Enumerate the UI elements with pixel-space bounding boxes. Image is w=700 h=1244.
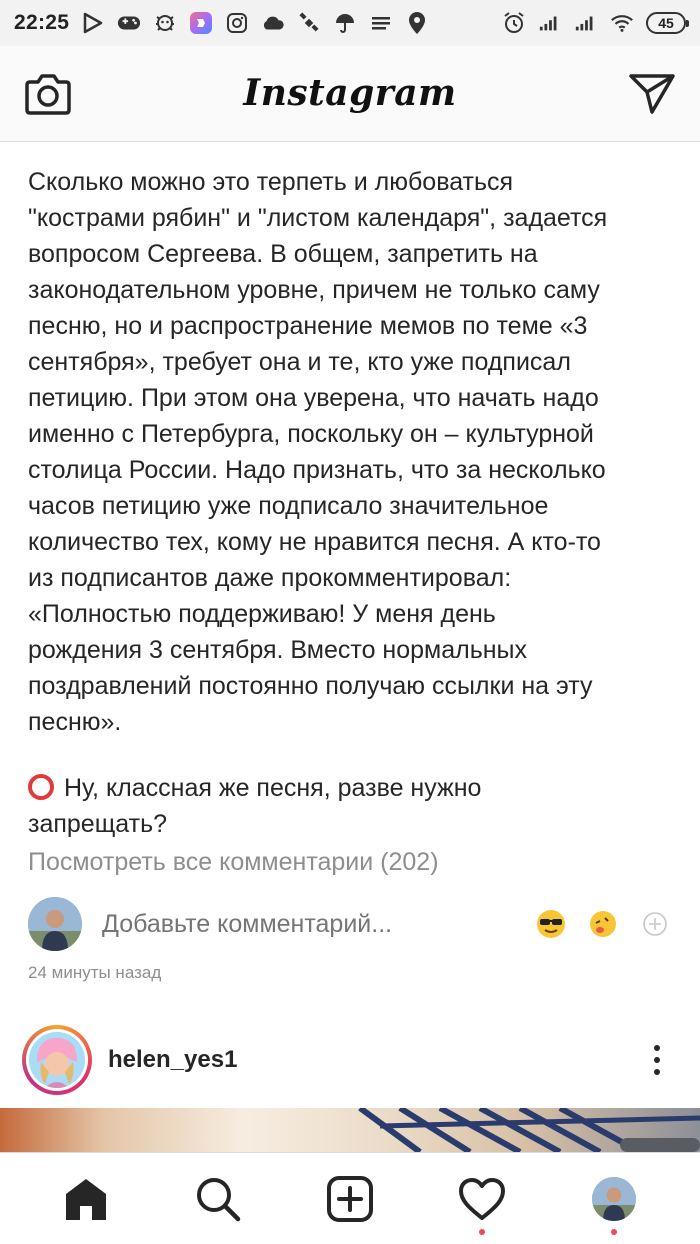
caption-line: количество тех, кому не нравится песня. … xyxy=(28,528,601,556)
question-line-1: Ну, классная же песня, разве нужно xyxy=(28,770,678,806)
search-icon xyxy=(197,1177,241,1221)
caption-line: часов петицию уже подписало значительное xyxy=(28,492,549,520)
location-pin-icon xyxy=(405,11,429,35)
helen-avatar xyxy=(29,1032,85,1088)
status-right: 45 xyxy=(502,11,689,35)
nav-home[interactable] xyxy=(56,1169,116,1229)
caption-line: рождения 3 сентября. Вместо нормальных xyxy=(28,636,528,664)
wifi-icon xyxy=(610,11,634,35)
bottom-navigation xyxy=(0,1152,700,1244)
story-ring-inner xyxy=(26,1029,88,1091)
weather-lines-icon xyxy=(369,11,393,35)
cloud-icon xyxy=(261,11,285,35)
home-icon xyxy=(66,1178,106,1220)
caption-line: законодательном уровне, причем не только… xyxy=(28,276,600,304)
status-time: 22:25 xyxy=(14,11,70,34)
nav-profile[interactable] xyxy=(584,1169,644,1235)
caption-line: вопросом Сергеева. В общем, запретить на xyxy=(28,240,538,268)
signal-icon xyxy=(538,11,562,35)
battery-indicator: 45 xyxy=(646,12,689,34)
question-text: Ну, классная же песня, разве нужно xyxy=(64,774,482,802)
red-circle-icon xyxy=(28,774,54,800)
next-post-header: helen_yes1 xyxy=(0,1020,700,1100)
signal-icon-2 xyxy=(574,11,598,35)
face-emoji-icon xyxy=(590,911,616,937)
caption-line: "кострами рябин" и "листом календаря", з… xyxy=(28,204,608,232)
caption-line: песню, но и распространение мемов по тем… xyxy=(28,312,588,340)
user-avatar xyxy=(28,897,82,951)
alarm-icon xyxy=(502,11,526,35)
app-header: Instagram xyxy=(0,46,700,142)
play-store-icon xyxy=(81,11,105,35)
add-emoji-button[interactable] xyxy=(637,906,673,942)
question-line-2: запрещать? xyxy=(28,810,168,838)
caption-line: столица России. Надо признать, что за не… xyxy=(28,456,606,484)
android-debug-icon xyxy=(153,11,177,35)
caption-line: песню». xyxy=(28,708,122,736)
view-all-comments-link[interactable]: Посмотреть все комментарии (202) xyxy=(28,848,439,877)
camera-icon xyxy=(25,73,71,115)
sunglasses-emoji-icon xyxy=(537,910,565,938)
status-bar: 22:25 45 xyxy=(0,0,700,46)
more-dot xyxy=(654,1069,660,1075)
instagram-logo: Instagram xyxy=(243,71,457,114)
more-dot xyxy=(654,1045,660,1051)
more-dot xyxy=(654,1057,660,1063)
caption-question: Ну, классная же песня, разве нужно запре… xyxy=(28,770,678,842)
post-timestamp: 24 минуты назад xyxy=(28,963,162,982)
post-image-preview[interactable] xyxy=(0,1108,700,1152)
direct-message-button[interactable] xyxy=(626,68,678,120)
post-username[interactable]: helen_yes1 xyxy=(108,1046,237,1074)
caption-line: именно с Петербурга, поскольку он – куль… xyxy=(28,420,594,448)
profile-notification-dot xyxy=(611,1228,617,1235)
shortcut-app-icon xyxy=(189,11,213,35)
gamepad-icon xyxy=(117,11,141,35)
more-options-button[interactable] xyxy=(642,1035,672,1085)
umbrella-icon xyxy=(333,11,357,35)
sunglasses-emoji-button[interactable] xyxy=(533,906,569,942)
satellite-icon xyxy=(297,11,321,35)
activity-heart-icon xyxy=(459,1177,505,1220)
story-ring[interactable] xyxy=(22,1025,92,1095)
caption-line: «Полностью поддерживаю! У меня день xyxy=(28,600,496,628)
nav-activity[interactable] xyxy=(452,1169,512,1235)
profile-avatar xyxy=(592,1176,636,1221)
add-comment-row xyxy=(28,896,673,952)
post-image-art xyxy=(358,1108,700,1152)
caption-line: Сколько можно это терпеть и любоваться xyxy=(28,168,514,196)
camera-button[interactable] xyxy=(22,68,74,120)
new-post-icon xyxy=(327,1175,373,1222)
status-left: 22:25 xyxy=(14,11,429,35)
face-emoji-button[interactable] xyxy=(585,906,621,942)
post-caption: Сколько можно это терпеть и любоваться "… xyxy=(28,164,678,740)
caption-line: сентября», требует она и те, кто уже под… xyxy=(28,348,571,376)
caption-line: петицию. При этом она уверена, что начат… xyxy=(28,384,599,412)
instagram-small-icon xyxy=(225,11,249,35)
nav-new-post[interactable] xyxy=(320,1169,380,1229)
comment-input[interactable] xyxy=(102,909,517,939)
activity-notification-dot xyxy=(479,1228,485,1235)
caption-line: поздравлений постоянно получаю ссылки на… xyxy=(28,672,593,700)
nav-search[interactable] xyxy=(188,1169,248,1229)
caption-line: из подписантов даже прокомментировал: xyxy=(28,564,512,592)
plus-circle-icon xyxy=(643,912,667,936)
direct-message-icon xyxy=(629,73,675,114)
